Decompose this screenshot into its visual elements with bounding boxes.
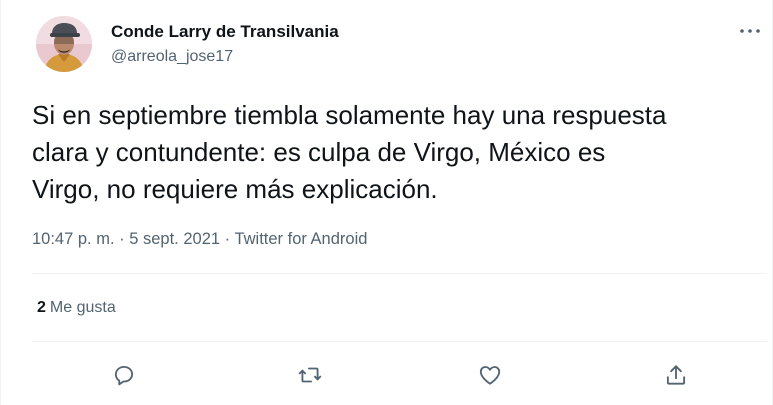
more-options-button[interactable] [735, 18, 765, 44]
tweet-date[interactable]: 5 sept. 2021 [129, 230, 220, 248]
tweet-meta: 10:47 p. m. · 5 sept. 2021 · Twitter for… [32, 230, 367, 249]
heart-icon [479, 366, 501, 385]
meta-separator: · [220, 230, 235, 248]
tweet-text: Si en septiembre tiembla solamente hay u… [32, 100, 667, 204]
author-name[interactable]: Conde Larry de Transilvania [111, 22, 339, 42]
tweet-source[interactable]: Twitter for Android [234, 230, 367, 248]
likes-label: Me gusta [49, 299, 116, 316]
ellipsis-icon [740, 29, 760, 33]
like-button[interactable] [475, 360, 505, 390]
divider [32, 341, 767, 342]
likes-count: 2 [37, 299, 46, 316]
author-handle[interactable]: @arreola_jose17 [111, 48, 233, 66]
share-button[interactable] [661, 360, 691, 390]
retweet-arrows-icon [298, 367, 322, 383]
share-upload-icon [666, 365, 686, 385]
retweet-button[interactable] [295, 360, 325, 390]
tweet-time[interactable]: 10:47 p. m. [32, 230, 115, 248]
meta-separator: · [114, 230, 130, 248]
reply-button[interactable] [109, 360, 139, 390]
profile-photo-icon [36, 16, 92, 72]
divider [32, 273, 767, 274]
speech-bubble-icon [114, 365, 134, 386]
tweet-card: Conde Larry de Transilvania @arreola_jos… [0, 0, 773, 405]
avatar[interactable] [36, 16, 92, 72]
likes-count-link[interactable]: 2 Me gusta [37, 299, 116, 317]
